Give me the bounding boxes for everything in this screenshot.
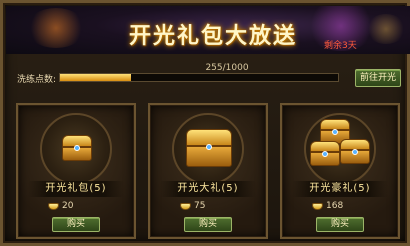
buy-button[interactable]: 购买 <box>184 217 232 232</box>
progress-value: 255/1000 <box>205 63 249 73</box>
firework-decoration <box>26 8 86 48</box>
package-name: 开光礼包(5) <box>28 181 124 197</box>
event-title: 开光礼包大放送 <box>128 24 297 49</box>
event-window: 开光礼包大放送 剩余3天 洗练点数: 255/1000 前往开光 开光礼包(5)… <box>0 0 410 246</box>
remaining-days: 剩余3天 <box>324 41 357 51</box>
chest-icon-ring <box>304 113 376 185</box>
package-price: 20 <box>48 201 108 213</box>
package-price: 75 <box>180 201 240 213</box>
gold-ingot-icon <box>48 203 59 210</box>
progress-bar <box>59 73 339 82</box>
chest-icon-ring <box>40 113 112 185</box>
buy-button[interactable]: 购买 <box>316 217 364 232</box>
gold-ingot-icon <box>312 203 323 210</box>
package-card: 开光豪礼(5) 168 购买 <box>280 103 400 239</box>
progress-fill <box>60 74 131 81</box>
buy-button[interactable]: 购买 <box>52 217 100 232</box>
gold-ingot-icon <box>180 203 191 210</box>
progress-label: 洗练点数: <box>17 75 57 85</box>
price-value: 20 <box>62 201 74 211</box>
package-name: 开光大礼(5) <box>160 181 256 197</box>
progress-row: 洗练点数: 255/1000 前往开光 <box>17 63 401 90</box>
go-open-button[interactable]: 前往开光 <box>355 69 401 87</box>
package-card: 开光礼包(5) 20 购买 <box>16 103 136 239</box>
package-name: 开光豪礼(5) <box>292 181 388 197</box>
package-price: 168 <box>312 201 372 213</box>
chest-icon-ring <box>172 113 244 185</box>
firework-decoration <box>366 14 406 44</box>
package-card: 开光大礼(5) 75 购买 <box>148 103 268 239</box>
price-value: 168 <box>326 201 344 211</box>
price-value: 75 <box>194 201 206 211</box>
title-banner: 开光礼包大放送 剩余3天 <box>6 6 410 54</box>
